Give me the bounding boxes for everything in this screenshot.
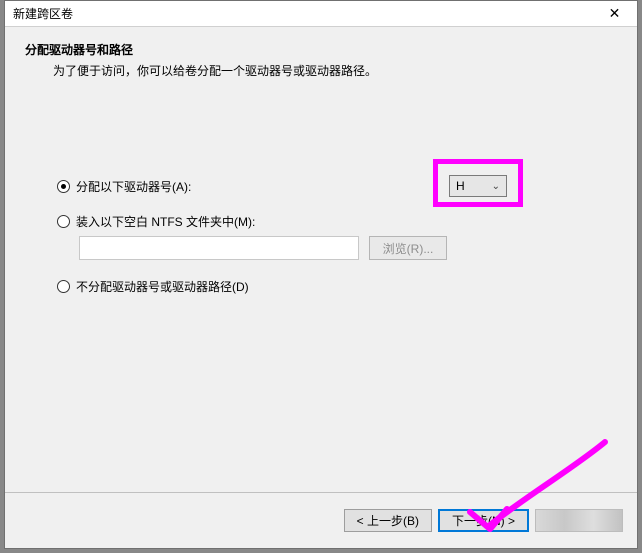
option-mount-folder[interactable]: 装入以下空白 NTFS 文件夹中(M): — [57, 213, 597, 230]
mount-folder-row: 浏览(R)... — [79, 236, 597, 260]
cancel-button-label: 取消 — [567, 512, 591, 529]
option-no-assign[interactable]: 不分配驱动器号或驱动器路径(D) — [57, 278, 597, 295]
drive-letter-value: H — [456, 179, 465, 193]
back-button-label: < 上一步(B) — [357, 512, 419, 529]
drive-letter-select[interactable]: H ⌄ — [449, 175, 507, 197]
browse-button-label: 浏览(R)... — [383, 240, 434, 257]
next-button-label: 下一步(N) > — [452, 512, 515, 529]
next-button[interactable]: 下一步(N) > — [438, 509, 529, 532]
option-assign-letter[interactable]: 分配以下驱动器号(A): H ⌄ — [57, 175, 597, 197]
radio-label: 分配以下驱动器号(A): — [76, 178, 191, 195]
radio-label: 装入以下空白 NTFS 文件夹中(M): — [76, 213, 255, 230]
radio-mount-folder[interactable] — [57, 215, 70, 228]
cancel-button[interactable]: 取消 — [535, 509, 623, 532]
radio-no-assign[interactable] — [57, 280, 70, 293]
back-button[interactable]: < 上一步(B) — [344, 509, 432, 532]
mount-folder-path-input[interactable] — [79, 236, 359, 260]
close-button[interactable]: ✕ — [592, 1, 637, 27]
options-group: 分配以下驱动器号(A): H ⌄ 装入以下空白 NTFS 文件夹中(M): 浏览… — [57, 175, 597, 311]
wizard-footer: < 上一步(B) 下一步(N) > 取消 — [5, 492, 637, 548]
close-icon: ✕ — [609, 5, 621, 22]
chevron-down-icon: ⌄ — [492, 181, 500, 192]
wizard-page: 分配驱动器号和路径 为了便于访问，你可以给卷分配一个驱动器号或驱动器路径。 分配… — [5, 27, 637, 492]
browse-button: 浏览(R)... — [369, 236, 447, 260]
window-title: 新建跨区卷 — [13, 5, 73, 22]
page-heading: 分配驱动器号和路径 — [25, 41, 617, 58]
page-subheading: 为了便于访问，你可以给卷分配一个驱动器号或驱动器路径。 — [53, 62, 617, 79]
titlebar: 新建跨区卷 ✕ — [5, 1, 637, 27]
drive-letter-select-wrap: H ⌄ — [449, 175, 507, 197]
wizard-window: 新建跨区卷 ✕ 分配驱动器号和路径 为了便于访问，你可以给卷分配一个驱动器号或驱… — [4, 0, 638, 549]
radio-assign-letter[interactable] — [57, 180, 70, 193]
radio-label: 不分配驱动器号或驱动器路径(D) — [76, 278, 249, 295]
